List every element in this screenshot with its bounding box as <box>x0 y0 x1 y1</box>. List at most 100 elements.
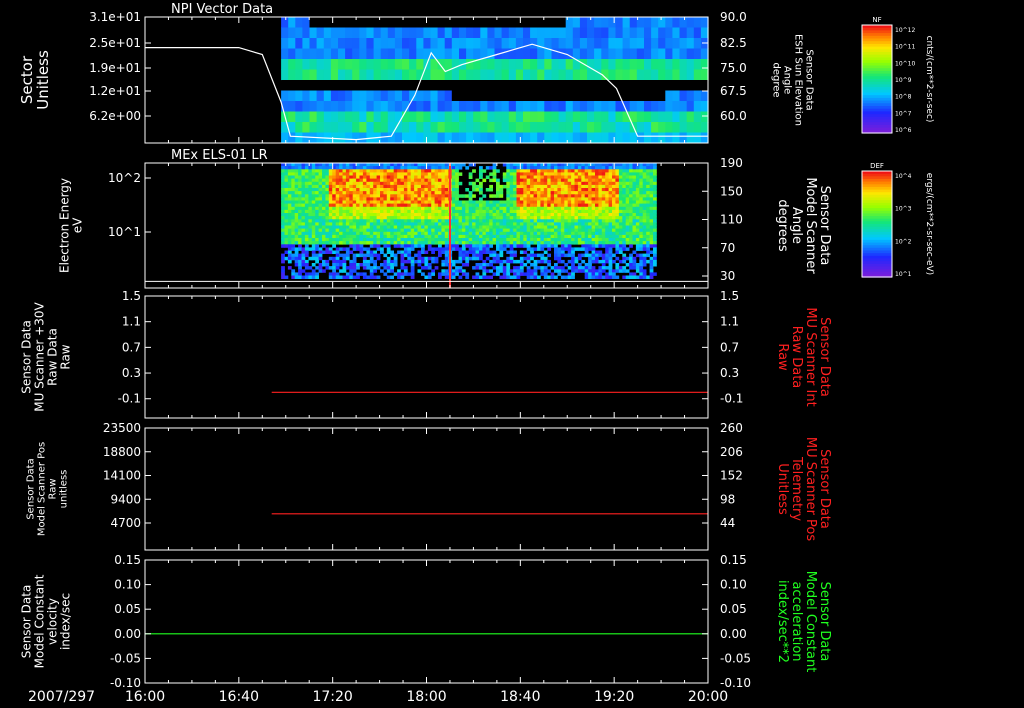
els-cell <box>291 200 296 204</box>
els-cell <box>308 241 313 245</box>
npi-cell <box>444 48 453 60</box>
els-cell <box>465 275 470 279</box>
els-cell <box>284 238 289 242</box>
els-cell <box>560 216 565 220</box>
els-cell <box>649 244 654 248</box>
npi-cell <box>686 59 695 70</box>
els-cell <box>629 275 633 279</box>
els-cell <box>598 216 603 220</box>
els-cell <box>380 163 384 167</box>
els-cell <box>482 178 487 183</box>
els-cell <box>608 206 613 211</box>
els-cell <box>567 188 572 192</box>
els-cell <box>376 200 381 204</box>
els-cell <box>526 172 531 176</box>
els-cell <box>444 184 449 189</box>
els-cell <box>622 166 627 170</box>
els-cell <box>639 184 644 189</box>
els-cell <box>393 219 398 223</box>
els-cell <box>400 184 405 189</box>
els-cell <box>615 178 620 183</box>
npi-cell <box>565 69 574 81</box>
els-cell <box>506 250 511 254</box>
els-cell <box>461 272 466 276</box>
els-cell <box>397 225 401 229</box>
els-cell <box>581 166 586 170</box>
npi-cell <box>579 38 588 49</box>
npi-cell <box>665 17 673 28</box>
els-cell <box>588 166 592 170</box>
els-cell <box>574 216 579 220</box>
els-cell <box>421 247 425 251</box>
els-cell <box>332 250 336 254</box>
time-tick-label: 17:20 <box>312 689 352 705</box>
els-cell <box>318 184 323 189</box>
els-cell <box>635 200 640 204</box>
els-cell <box>308 266 313 270</box>
els-cell <box>499 263 504 267</box>
els-cell <box>434 259 439 264</box>
els-cell <box>386 163 391 167</box>
npi-cell <box>558 59 567 70</box>
npi-cell <box>693 132 702 144</box>
els-cell <box>451 216 456 220</box>
els-cell <box>339 259 343 264</box>
npi-cell <box>366 80 375 91</box>
els-cell <box>410 275 415 279</box>
els-cell <box>560 250 565 254</box>
els-cell <box>523 213 528 217</box>
els-cell <box>461 256 466 261</box>
els-cell <box>492 178 497 183</box>
npi-cell <box>679 111 688 123</box>
els-cell <box>414 241 418 245</box>
els-cell <box>574 175 579 179</box>
els-cell <box>403 222 408 226</box>
npi-cell <box>572 111 581 123</box>
els-cell <box>540 194 545 198</box>
npi-cell <box>551 38 560 49</box>
els-cell <box>339 253 343 258</box>
els-cell <box>376 241 381 245</box>
els-cell <box>530 188 534 192</box>
els-cell <box>472 256 476 261</box>
els-cell <box>632 241 637 245</box>
els-cell <box>356 206 360 211</box>
els-cell <box>315 247 319 251</box>
els-cell <box>421 256 425 261</box>
els-cell <box>431 238 435 242</box>
npi-cell <box>558 122 567 133</box>
els-cell <box>496 213 500 217</box>
els-cell <box>588 197 592 201</box>
axis-label-line: acceleration <box>789 581 804 661</box>
left-tick-label: 1.5 <box>122 289 141 303</box>
els-cell <box>485 247 490 251</box>
npi-cell <box>466 132 474 144</box>
els-cell <box>281 209 285 214</box>
els-cell <box>653 206 657 211</box>
els-cell <box>509 256 514 261</box>
npi-cell <box>394 101 403 112</box>
els-cell <box>601 259 606 264</box>
els-cell <box>298 178 302 183</box>
els-cell <box>625 263 630 267</box>
els-cell <box>393 178 398 183</box>
npi-cell <box>309 27 318 39</box>
npi-cell <box>373 48 382 60</box>
els-cell <box>577 234 582 239</box>
els-cell <box>567 172 572 176</box>
els-cell <box>304 213 309 217</box>
els-cell <box>612 216 616 220</box>
els-cell <box>393 200 398 204</box>
els-cell <box>284 194 289 198</box>
els-cell <box>618 266 623 270</box>
npi-cell <box>665 90 673 102</box>
els-cell <box>294 184 299 189</box>
els-cell <box>489 209 493 214</box>
els-cell <box>642 253 647 258</box>
els-cell <box>472 241 476 245</box>
npi-cell <box>338 27 346 39</box>
els-cell <box>533 266 538 270</box>
els-cell <box>540 178 545 183</box>
els-cell <box>325 191 330 195</box>
els-cell <box>352 216 357 220</box>
